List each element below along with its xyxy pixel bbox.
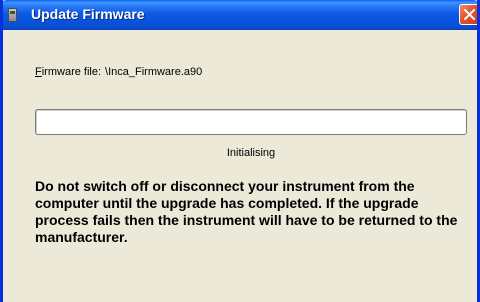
status-text: Initialising: [226, 147, 276, 159]
firmware-file-row: Firmware file: \Inca_Firmware.a90: [35, 66, 202, 78]
progress-bar: [35, 109, 467, 135]
instrument-icon: [8, 8, 17, 22]
close-button[interactable]: [459, 4, 477, 25]
dialog-body: Firmware file: \Inca_Firmware.a90 Initial…: [3, 30, 477, 302]
firmware-file-label: Firmware file:: [35, 66, 102, 78]
close-icon: [464, 9, 475, 20]
firmware-file-value: \Inca_Firmware.a90: [105, 66, 203, 78]
title-bar[interactable]: Update Firmware: [3, 0, 477, 30]
warning-message: Do not switch off or disconnect your ins…: [35, 178, 458, 245]
window-title: Update Firmware: [31, 6, 145, 22]
update-firmware-dialog: Update Firmware Firmware file: \Inca_Firm…: [0, 0, 480, 302]
